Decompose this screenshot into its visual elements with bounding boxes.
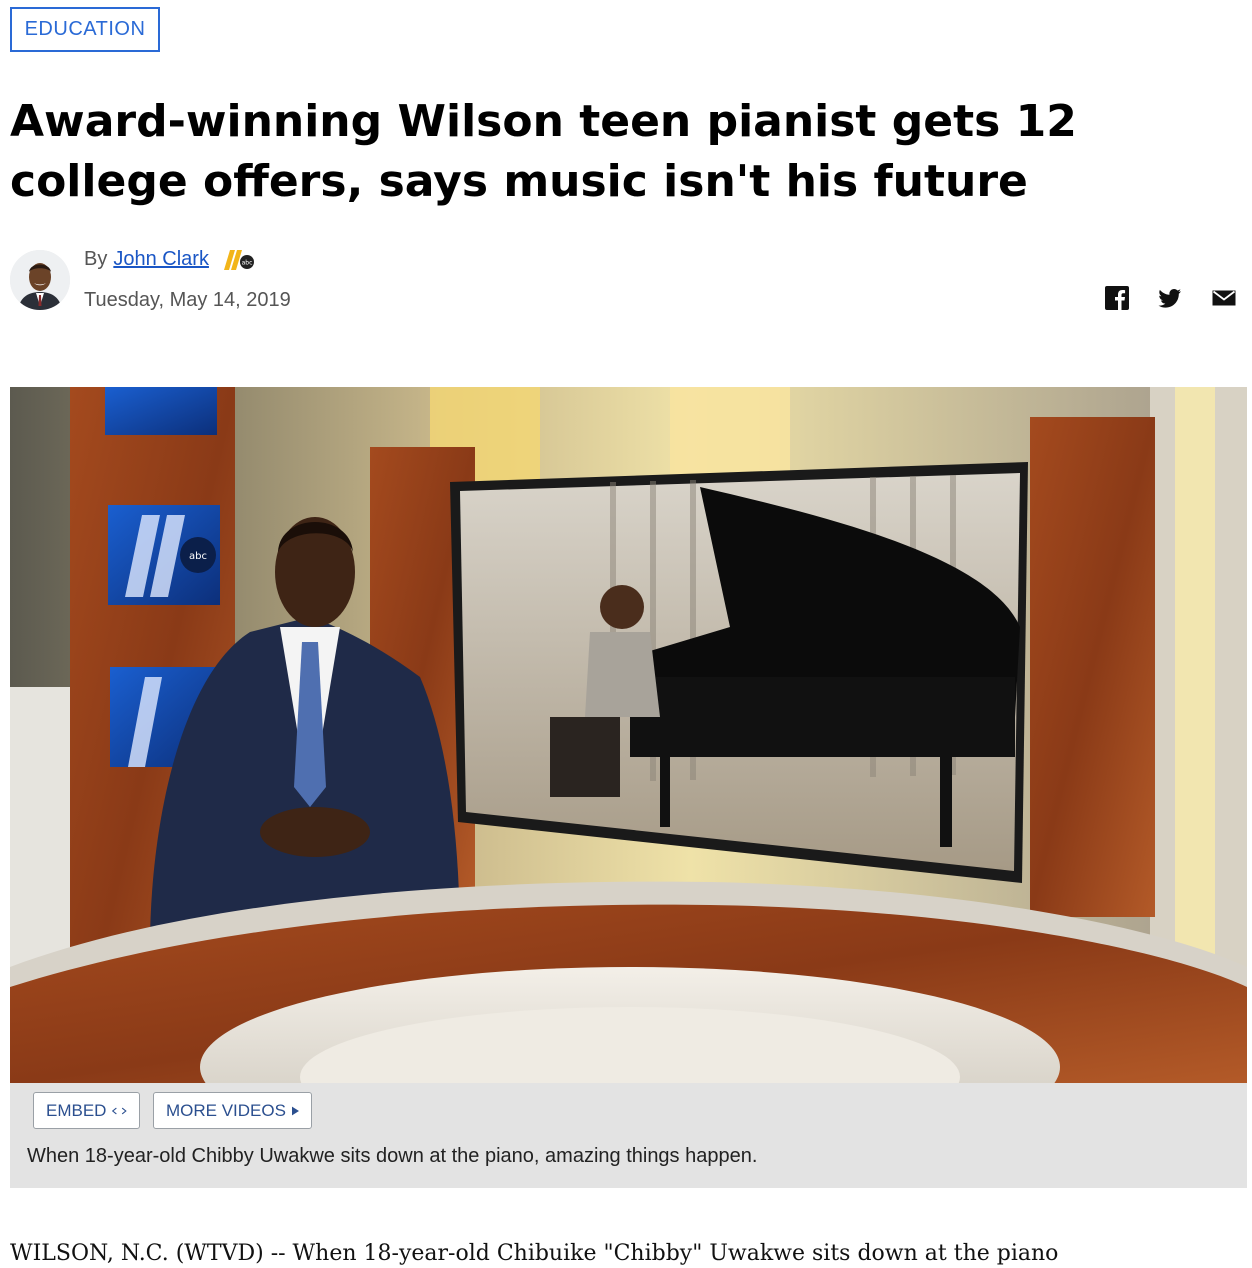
station-logo-icon: abc: [223, 249, 254, 270]
svg-text:abc: abc: [242, 259, 253, 266]
embed-button[interactable]: EMBED: [33, 1092, 140, 1129]
email-icon[interactable]: [1211, 285, 1237, 311]
svg-text:abc: abc: [189, 551, 207, 562]
embed-chevrons-icon: [112, 1107, 127, 1114]
article-headline: Award-winning Wilson teen pianist gets 1…: [10, 96, 1077, 207]
more-videos-label: MORE VIDEOS: [166, 1100, 286, 1120]
byline: By John Clark abc: [84, 248, 255, 271]
facebook-icon[interactable]: [1104, 285, 1130, 311]
publish-date: Tuesday, May 14, 2019: [84, 289, 291, 311]
more-videos-button[interactable]: MORE VIDEOS: [153, 1092, 312, 1129]
video-frame: abc: [10, 387, 1247, 1083]
byline-prefix: By: [84, 248, 108, 270]
play-arrow-icon: [291, 1106, 299, 1115]
video-caption-panel: EMBED MORE VIDEOS When 18-year-old Chibb…: [10, 1083, 1247, 1188]
video-player[interactable]: abc: [10, 387, 1247, 1083]
article-lead-paragraph: WILSON, N.C. (WTVD) -- When 18-year-old …: [10, 1241, 1059, 1266]
twitter-icon[interactable]: [1157, 285, 1183, 311]
author-avatar[interactable]: [10, 250, 70, 310]
embed-label: EMBED: [46, 1100, 107, 1120]
category-tag[interactable]: EDUCATION: [10, 7, 160, 52]
video-caption: When 18-year-old Chibby Uwakwe sits down…: [27, 1145, 758, 1167]
author-link[interactable]: John Clark: [113, 248, 209, 271]
